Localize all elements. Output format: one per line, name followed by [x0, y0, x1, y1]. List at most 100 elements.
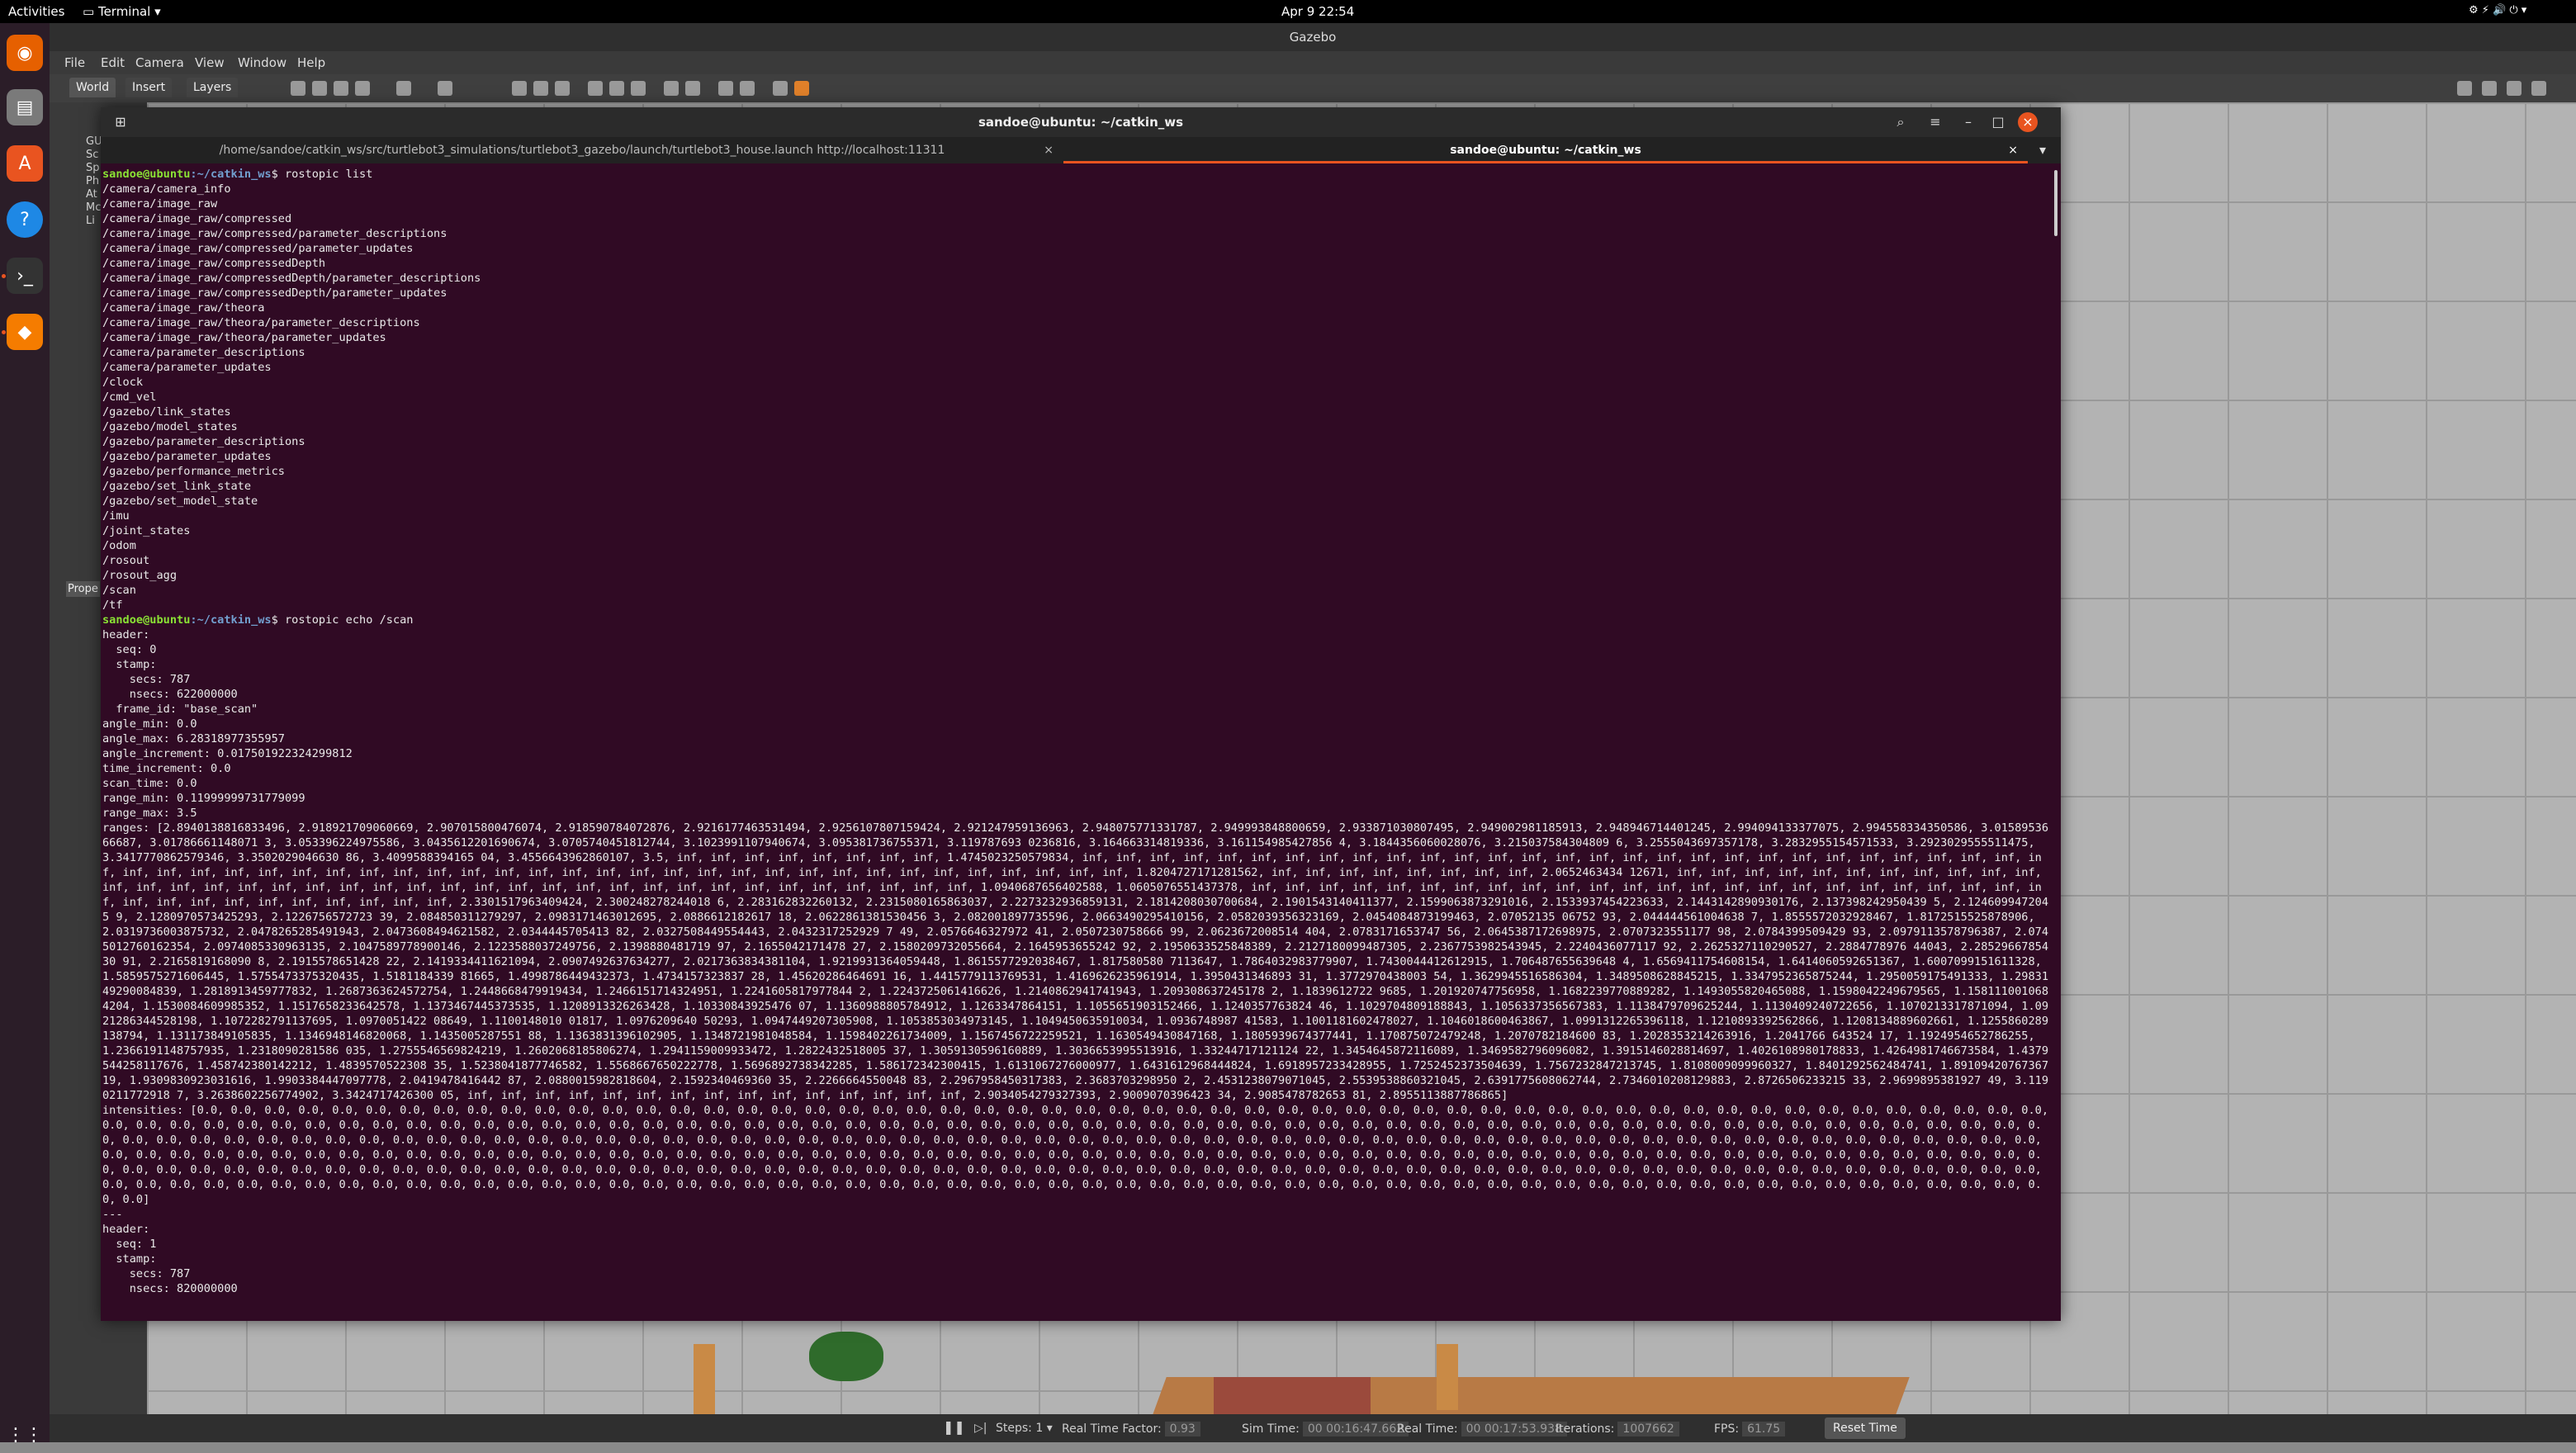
real-time-value: 00 00:17:53.938: [1461, 1422, 1567, 1436]
directional-light-icon[interactable]: [631, 81, 646, 96]
terminal-icon[interactable]: ›_: [7, 258, 43, 294]
change-view-icon[interactable]: [773, 81, 788, 96]
tab-list-chevron-down-icon[interactable]: ▾: [2033, 140, 2053, 160]
terminal-output[interactable]: sandoe@ubuntu:~/catkin_ws$ rostopic list…: [101, 163, 2061, 1321]
firefox-icon[interactable]: ◉: [7, 35, 43, 71]
show-applications-icon[interactable]: ⋮⋮: [7, 1417, 43, 1453]
log-icon[interactable]: [2482, 81, 2497, 96]
clock[interactable]: Apr 9 22:54: [1281, 4, 1354, 19]
fps-label: FPS:: [1714, 1422, 1740, 1436]
plot-icon[interactable]: [2507, 81, 2522, 96]
rtf-display: Real Time Factor: 0.93: [1062, 1422, 1200, 1436]
menu-view[interactable]: View: [195, 55, 225, 70]
system-top-bar: Activities ▭ Terminal ▾ Apr 9 22:54 ⚙ ⚡ …: [0, 0, 2576, 23]
command-rostopic-echo: $ rostopic echo /scan: [271, 613, 414, 627]
scale-tool-icon[interactable]: [355, 81, 370, 96]
tab-close-icon[interactable]: ×: [1044, 137, 1054, 163]
prompt-path: :~/catkin_ws: [190, 168, 272, 181]
screenshot-icon[interactable]: [2457, 81, 2472, 96]
scan-intensities: intensities: [0.0, 0.0, 0.0, 0.0, 0.0, 0…: [102, 1104, 2056, 1206]
app-menu[interactable]: ▭ Terminal ▾: [83, 4, 161, 19]
tree-item-models[interactable]: Mc: [86, 201, 102, 215]
tree-item-gui[interactable]: GU: [86, 135, 102, 149]
fps-display: FPS: 61.75: [1714, 1422, 1786, 1436]
tab-world[interactable]: World: [69, 78, 116, 97]
wooden-pillar: [1437, 1344, 1458, 1410]
running-indicator: [2, 330, 6, 334]
reset-time-button[interactable]: Reset Time: [1825, 1418, 1906, 1439]
tree-item-physics[interactable]: Ph: [86, 175, 102, 188]
menu-window[interactable]: Window: [238, 55, 286, 70]
spot-light-icon[interactable]: [609, 81, 624, 96]
cylinder-shape-icon[interactable]: [555, 81, 570, 96]
point-light-icon[interactable]: [588, 81, 603, 96]
terminal-tab-launch[interactable]: /home/sandoe/catkin_ws/src/turtlebot3_si…: [101, 137, 1063, 163]
terminal-title: sandoe@ubuntu: ~/catkin_ws: [978, 115, 1184, 130]
select-tool-icon[interactable]: [291, 81, 305, 96]
terminal-headerbar: ⊞ sandoe@ubuntu: ~/catkin_ws ⌕ ≡ – □ ×: [101, 107, 2061, 137]
maximize-icon[interactable]: □: [1988, 112, 2008, 132]
gazebo-title: Gazebo: [50, 23, 2576, 51]
message-separator: ---: [102, 1208, 123, 1221]
pause-icon[interactable]: ❚❚: [943, 1419, 965, 1435]
paste-icon[interactable]: [685, 81, 700, 96]
app-menu-label: Terminal ▾: [97, 4, 161, 19]
sim-time-value: 00 00:16:47.662: [1302, 1422, 1409, 1436]
activities-button[interactable]: Activities: [8, 4, 64, 19]
steps-control[interactable]: Steps: 1 ▾: [996, 1422, 1053, 1435]
tab-close-icon[interactable]: ×: [2008, 137, 2018, 161]
terminal-text: sandoe@ubuntu:~/catkin_ws$ rostopic list…: [102, 167, 2051, 1296]
box-shape-icon[interactable]: [512, 81, 527, 96]
terminal-scrollbar[interactable]: [2054, 170, 2057, 236]
undo-icon[interactable]: [396, 81, 411, 96]
tree-item-spherical-coordinates[interactable]: Sp: [86, 162, 102, 175]
iterations-value: 1007662: [1617, 1422, 1679, 1436]
redo-icon[interactable]: [438, 81, 452, 96]
video-record-icon[interactable]: [2531, 81, 2546, 96]
terminal-window: ⊞ sandoe@ubuntu: ~/catkin_ws ⌕ ≡ – □ × /…: [101, 107, 2061, 1321]
tab-layers[interactable]: Layers: [187, 78, 239, 97]
hamburger-menu-icon[interactable]: ≡: [1925, 112, 1945, 132]
menu-camera[interactable]: Camera: [135, 55, 184, 70]
align-icon[interactable]: [718, 81, 733, 96]
gazebo-toolbar: World Insert Layers: [50, 74, 2576, 102]
sphere-shape-icon[interactable]: [533, 81, 548, 96]
menu-help[interactable]: Help: [297, 55, 325, 70]
close-icon[interactable]: ×: [2018, 112, 2038, 132]
rotate-tool-icon[interactable]: [334, 81, 348, 96]
gazebo-menubar: File Edit Camera View Window Help: [50, 51, 2576, 74]
snap-icon[interactable]: [740, 81, 755, 96]
files-icon[interactable]: ▤: [7, 89, 43, 125]
iterations-label: Iterations:: [1556, 1422, 1615, 1436]
menu-file[interactable]: File: [64, 55, 85, 70]
tab-label: sandoe@ubuntu: ~/catkin_ws: [1450, 144, 1641, 157]
copy-icon[interactable]: [664, 81, 679, 96]
fps-value: 61.75: [1742, 1422, 1786, 1436]
gazebo-icon[interactable]: ◆: [7, 314, 43, 350]
software-center-icon[interactable]: A: [7, 145, 43, 182]
help-icon[interactable]: ?: [7, 201, 43, 238]
rtf-label: Real Time Factor:: [1062, 1422, 1162, 1436]
running-indicator: [2, 274, 6, 278]
record-icon[interactable]: [794, 81, 809, 96]
tab-label: /home/sandoe/catkin_ws/src/turtlebot3_si…: [219, 144, 945, 157]
minimize-icon[interactable]: –: [1958, 112, 1978, 132]
tree-item-atmosphere[interactable]: At: [86, 188, 102, 201]
tree-item-lights[interactable]: Li: [86, 215, 102, 228]
step-icon[interactable]: ▷|: [974, 1422, 987, 1435]
terminal-tab-active[interactable]: sandoe@ubuntu: ~/catkin_ws ×: [1063, 137, 2028, 163]
world-tree[interactable]: GU Sc Sp Ph At Mc Li: [86, 135, 102, 228]
tab-insert[interactable]: Insert: [125, 78, 173, 97]
tree-item-scene[interactable]: Sc: [86, 149, 102, 162]
translate-tool-icon[interactable]: [312, 81, 327, 96]
command-rostopic-list: $ rostopic list: [271, 168, 373, 181]
search-icon[interactable]: ⌕: [1891, 112, 1911, 132]
steps-value[interactable]: 1: [1035, 1422, 1043, 1435]
prompt-path: :~/catkin_ws: [190, 613, 272, 627]
system-tray-icons[interactable]: ⚙ ⚡ 🔊 ⏻ ▾: [2469, 4, 2526, 17]
scan-header-1: header: seq: 1 stamp: secs: 787 nsecs: 8…: [102, 1223, 238, 1295]
terminal-app-icon: ▭: [83, 4, 98, 19]
dock: ◉ ▤ A ? ›_ ◆ ⋮⋮: [0, 23, 50, 1446]
menu-edit[interactable]: Edit: [101, 55, 125, 70]
iterations-display: Iterations: 1007662: [1556, 1422, 1679, 1436]
